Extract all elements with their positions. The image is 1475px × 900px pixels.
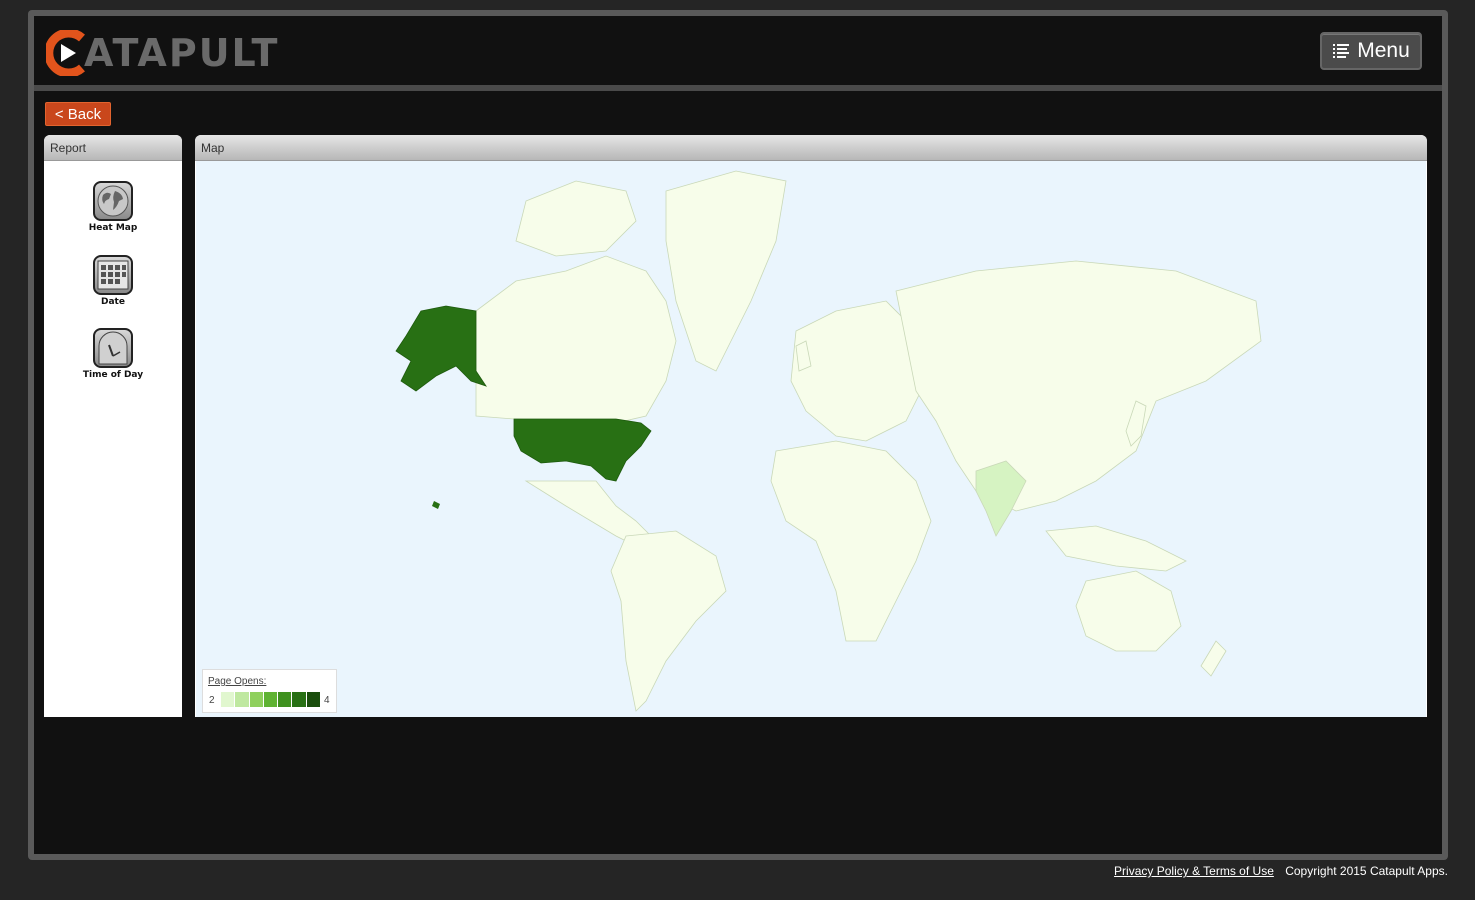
legend-swatch xyxy=(278,692,293,707)
legend-min: 2 xyxy=(209,695,215,706)
map-africa xyxy=(770,440,932,642)
map-south-america xyxy=(610,530,727,712)
report-item-label: Time of Day xyxy=(82,370,144,380)
map-panel-title: Map xyxy=(195,135,1427,161)
map-australia xyxy=(1075,570,1182,652)
world-map-svg xyxy=(395,170,1262,712)
map-greenland xyxy=(665,170,787,372)
map-alaska xyxy=(395,305,487,392)
report-item-label: Date xyxy=(101,297,125,307)
back-button[interactable]: < Back xyxy=(45,102,111,126)
calendar-icon xyxy=(93,255,133,295)
legend-swatch xyxy=(306,692,321,707)
report-item-time-of-day[interactable]: Time of Day xyxy=(44,328,182,380)
legend-swatch xyxy=(221,692,236,707)
footer: Privacy Policy & Terms of Use Copyright … xyxy=(1114,864,1448,878)
report-item-label: Heat Map xyxy=(88,223,138,233)
clock-icon xyxy=(93,328,133,368)
globe-icon xyxy=(93,181,133,221)
legend-max: 4 xyxy=(324,695,330,706)
report-item-heat-map[interactable]: Heat Map xyxy=(44,181,182,233)
map-hawaii xyxy=(432,501,440,509)
privacy-policy-link[interactable]: Privacy Policy & Terms of Use xyxy=(1114,864,1274,878)
legend-title: Page Opens: xyxy=(208,676,267,687)
app-body: ATAPULT Menu < Back Report Heat Map Date… xyxy=(34,16,1442,854)
menu-button[interactable]: Menu xyxy=(1320,32,1422,70)
list-icon xyxy=(1332,42,1350,60)
report-panel-title: Report xyxy=(44,135,182,161)
map-new-zealand xyxy=(1200,640,1227,677)
report-item-date[interactable]: Date xyxy=(44,255,182,307)
logo-c-icon xyxy=(44,28,88,78)
menu-label: Menu xyxy=(1357,39,1410,62)
map-usa xyxy=(513,418,652,482)
report-panel: Report Heat Map Date Time of Day xyxy=(44,135,182,717)
header-bar: ATAPULT Menu xyxy=(34,16,1442,91)
legend-swatch xyxy=(235,692,250,707)
legend-color-scale xyxy=(221,692,321,707)
map-panel: Map Page Opens: 2 4 xyxy=(195,135,1427,717)
copyright-text: Copyright 2015 Catapult Apps. xyxy=(1285,864,1448,878)
legend-swatch xyxy=(263,692,279,707)
map-asia xyxy=(895,260,1262,512)
legend-swatch xyxy=(249,692,264,707)
app-frame: ATAPULT Menu < Back Report Heat Map Date… xyxy=(28,10,1448,860)
world-map[interactable]: Page Opens: 2 4 xyxy=(196,161,1426,717)
map-arctic-islands xyxy=(515,180,637,257)
legend-swatch xyxy=(292,692,307,707)
catapult-logo[interactable]: ATAPULT xyxy=(44,28,280,78)
logo-text: ATAPULT xyxy=(84,31,280,75)
map-canada xyxy=(475,255,677,424)
map-southeast-asia xyxy=(1045,525,1187,572)
map-legend: Page Opens: 2 4 xyxy=(202,669,337,713)
